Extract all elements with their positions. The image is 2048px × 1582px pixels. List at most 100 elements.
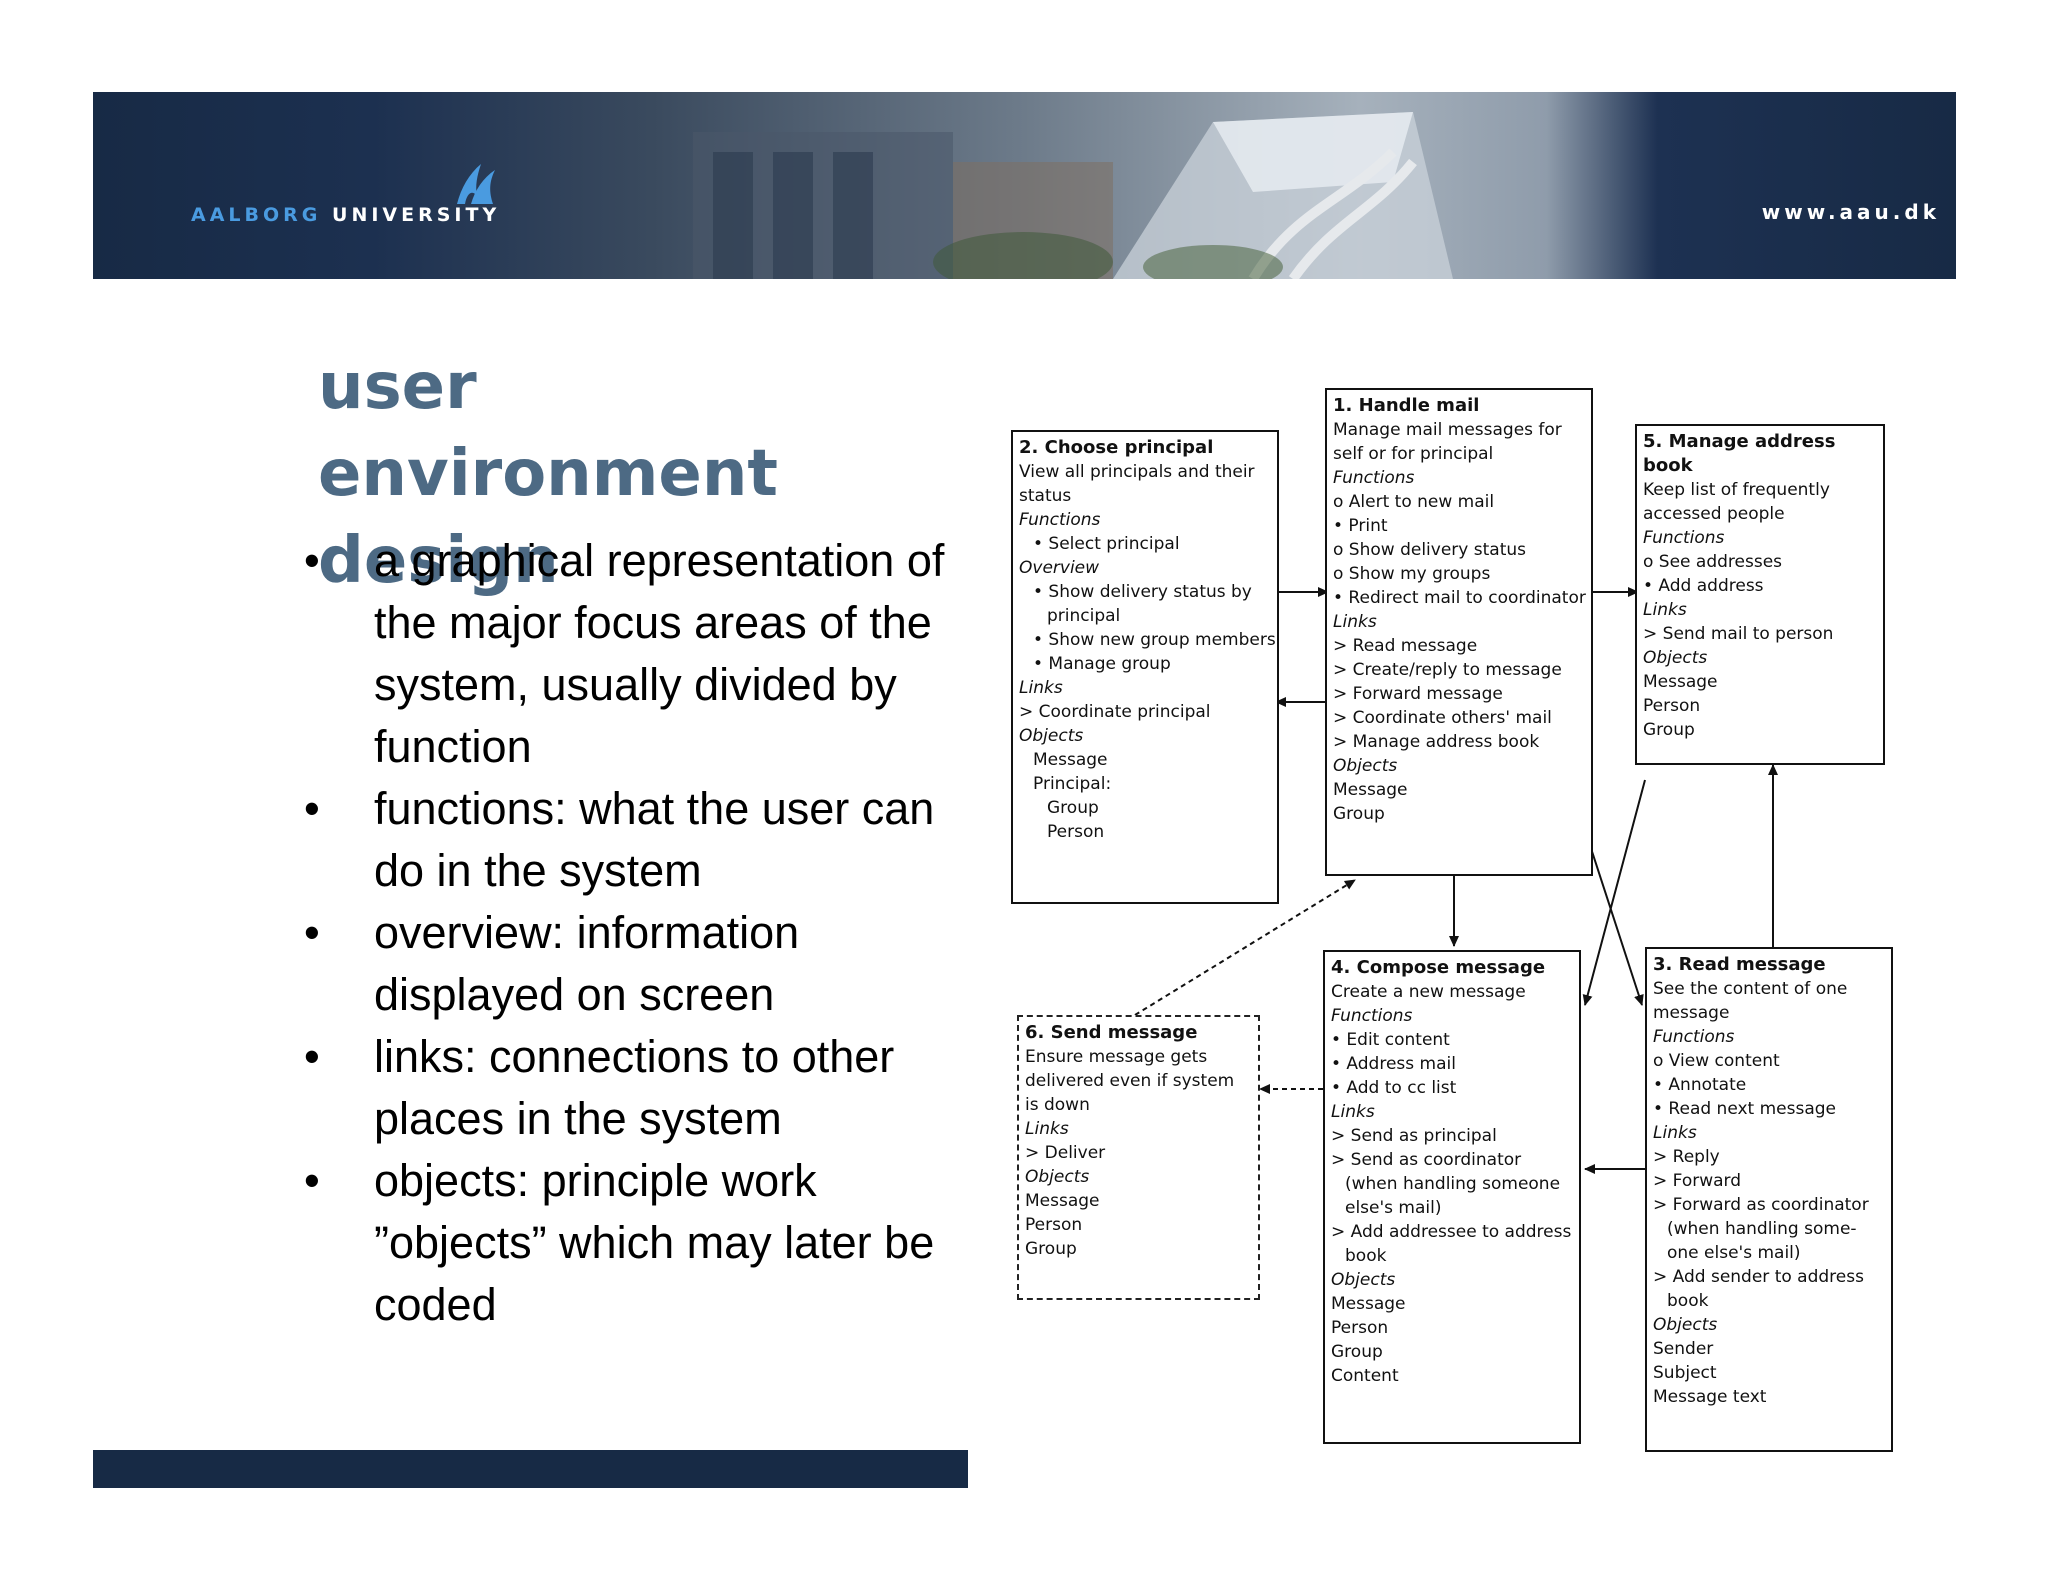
box-handle-mail: 1. Handle mail Manage mail messages for s…	[1325, 388, 1593, 876]
box-section-label: Objects	[1333, 756, 1398, 776]
box-line: o Alert to new mail	[1333, 492, 1495, 512]
box-line: o See addresses	[1643, 552, 1783, 572]
box-line: Group	[1331, 1342, 1383, 1362]
box-title: 6. Send message	[1025, 1022, 1198, 1043]
box-section-label: Links	[1331, 1102, 1375, 1122]
box-line: View all principals and their	[1019, 462, 1255, 482]
box-line: Group	[1643, 720, 1695, 740]
box-line: Message	[1033, 750, 1108, 770]
box-line: • Address mail	[1331, 1054, 1456, 1074]
box-line: > Coordinate others' mail	[1333, 708, 1552, 728]
box-line: Group	[1047, 798, 1099, 818]
box-line: • Edit content	[1331, 1030, 1450, 1050]
box-send-message: 6. Send message Ensure message gets deliv…	[1017, 1015, 1260, 1300]
box-line: • Manage group	[1033, 654, 1171, 674]
box-line: • Show delivery status by	[1033, 582, 1252, 602]
box-section-label: Links	[1019, 678, 1063, 698]
bullet-dot-icon: •	[304, 1155, 320, 1206]
box-line: o Show delivery status	[1333, 540, 1526, 560]
box-line: o Show my groups	[1333, 564, 1491, 584]
bullet-text: functions: what the user can do in the s…	[374, 783, 935, 896]
box-title: 4. Compose message	[1331, 957, 1546, 978]
box-line: Content	[1331, 1366, 1399, 1386]
box-line: • Annotate	[1653, 1075, 1747, 1095]
bullet-item: • objects: principle work ”objects” which…	[300, 1150, 980, 1336]
box-line: Group	[1025, 1239, 1077, 1259]
box-lines: Keep list of frequently accessed people Fu…	[1643, 478, 1877, 742]
box-line: Message	[1331, 1294, 1406, 1314]
box-read-message: 3. Read message See the content of one me…	[1645, 947, 1893, 1452]
bullet-dot-icon: •	[304, 783, 320, 834]
box-line: > Reply	[1653, 1147, 1720, 1167]
bullet-item: • a graphical representation of the major…	[300, 530, 980, 778]
bullet-dot-icon: •	[304, 535, 320, 586]
box-line: Message	[1025, 1191, 1100, 1211]
box-section-label: Functions	[1331, 1006, 1413, 1026]
box-manage-address-book: 5. Manage address book Keep list of freq…	[1635, 424, 1885, 765]
box-line: See the content of one	[1653, 979, 1848, 999]
box-line: • Add to cc list	[1331, 1078, 1457, 1098]
box-line: message	[1653, 1003, 1730, 1023]
box-line: • Redirect mail to coordinator	[1333, 588, 1586, 608]
box-line: > Create/reply to message	[1333, 660, 1562, 680]
box-section-label: Functions	[1643, 528, 1725, 548]
box-section-label: Functions	[1653, 1027, 1735, 1047]
bullet-item: • functions: what the user can do in the …	[300, 778, 980, 902]
box-choose-principal: 2. Choose principal View all principals …	[1011, 430, 1279, 904]
box-line: else's mail)	[1345, 1198, 1442, 1218]
bullet-text: a graphical representation of the major …	[374, 535, 945, 772]
campus-building-photo	[693, 112, 1453, 279]
box-line: > Forward	[1653, 1171, 1742, 1191]
box-section-label: Functions	[1019, 510, 1101, 530]
box-line: Person	[1025, 1215, 1083, 1235]
user-environment-diagram: 2. Choose principal View all principals …	[995, 380, 1915, 1460]
box-section-label: Objects	[1019, 726, 1084, 746]
box-line: > Deliver	[1025, 1143, 1106, 1163]
box-line: • Print	[1333, 516, 1388, 536]
box-line: Person	[1047, 822, 1105, 842]
box-line: > Add sender to address	[1653, 1267, 1864, 1287]
box-line: > Forward message	[1333, 684, 1503, 704]
box-line: Person	[1643, 696, 1701, 716]
logo-text-university: UNIVERSITY	[332, 204, 501, 226]
box-line: Person	[1331, 1318, 1389, 1338]
box-title: 3. Read message	[1653, 954, 1826, 975]
box-line: > Add addressee to address	[1331, 1222, 1572, 1242]
box-line: Principal:	[1033, 774, 1112, 794]
box-lines: Manage mail messages for self or for prin…	[1333, 418, 1586, 826]
box-section-label: Objects	[1653, 1315, 1718, 1335]
box-line: > Read message	[1333, 636, 1478, 656]
box-section-label: Links	[1333, 612, 1377, 632]
box-section-label: Objects	[1331, 1270, 1396, 1290]
aau-logo-icon	[457, 164, 495, 204]
box-line: accessed people	[1643, 504, 1785, 524]
box-line: Message	[1333, 780, 1408, 800]
box-line: > Send as coordinator	[1331, 1150, 1522, 1170]
box-line: Keep list of frequently	[1643, 480, 1830, 500]
box-section-label: Objects	[1643, 648, 1708, 668]
bullet-text: overview: information displayed on scree…	[374, 907, 800, 1020]
box-section-label: Functions	[1333, 468, 1415, 488]
box-section-label: Overview	[1019, 558, 1100, 578]
box-line: • Add address	[1643, 576, 1764, 596]
box-section-label: Links	[1025, 1119, 1069, 1139]
box-line: one else's mail)	[1667, 1243, 1801, 1263]
box-lines: See the content of one message Functions o …	[1653, 977, 1885, 1409]
box-title: 5. Manage address book	[1643, 431, 1836, 476]
box-title: 2. Choose principal	[1019, 437, 1214, 458]
box-line: Ensure message gets	[1025, 1047, 1208, 1067]
bullet-item: • overview: information displayed on scre…	[300, 902, 980, 1026]
box-line: Create a new message	[1331, 982, 1526, 1002]
box-title: 1. Handle mail	[1333, 395, 1480, 416]
website-url: www.aau.dk	[1761, 200, 1940, 224]
box-compose-message: 4. Compose message Create a new message F…	[1323, 950, 1581, 1444]
box-line: book	[1667, 1291, 1709, 1311]
box-line: • Show new group members	[1033, 630, 1276, 650]
footer-bar	[93, 1450, 968, 1488]
box-line: book	[1345, 1246, 1387, 1266]
box-section-label: Objects	[1025, 1167, 1090, 1187]
box-line: • Read next message	[1653, 1099, 1837, 1119]
box-line: is down	[1025, 1095, 1090, 1115]
box-line: Manage mail messages for	[1333, 420, 1562, 440]
bullet-text: objects: principle work ”objects” which …	[374, 1155, 935, 1330]
